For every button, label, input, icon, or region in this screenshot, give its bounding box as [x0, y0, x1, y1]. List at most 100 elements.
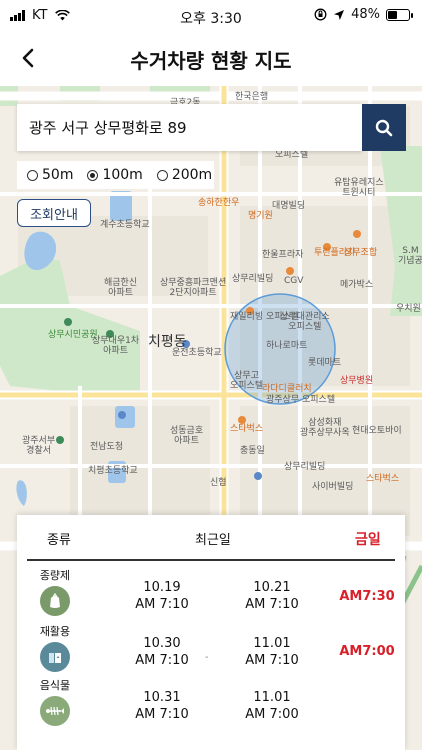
map-label: S.M 기념공	[398, 246, 422, 267]
map-label: 하나로마트	[266, 341, 308, 351]
map-label: 스타벅스	[230, 424, 264, 434]
map-label: 광주서부 경찰서	[22, 436, 56, 457]
map-label: 성동금호 아파트	[170, 426, 204, 447]
map-label: 치평초등학교	[88, 466, 138, 476]
map-label: 명기원	[248, 211, 273, 221]
recent-pickup-cell: 10.31 AM 7:10	[117, 689, 207, 723]
search-button[interactable]	[362, 104, 406, 151]
separator: -	[205, 652, 209, 663]
waste-type-label: 종량제	[39, 569, 71, 582]
map-label: 삼성화재 광주상무사옥	[300, 418, 350, 439]
map-label: 상무고 오피스텔	[230, 371, 264, 392]
waste-type-cell: 음식물	[31, 677, 79, 726]
table-row: 종량제 10.19 AM 7:10 10.21 AM 7:10 AM7:30	[17, 567, 405, 625]
map-label: 한울프라자	[262, 250, 304, 260]
address-text: 광주 서구 상무평화로 89	[29, 119, 187, 137]
radio-dot	[87, 169, 99, 181]
waste-type-cell: 재활용	[31, 623, 79, 672]
map-label: 상무시민공원	[48, 330, 98, 340]
map-label: 우치원	[396, 304, 421, 314]
table-row: 음식물 10.31 AM 7:10 11.01 AM 7:00	[17, 677, 405, 735]
table-row: 재활용 10.30 AM 7:10 - 11.01 AM 7:10 AM7:00	[17, 623, 405, 681]
recycle-bin-icon	[40, 642, 70, 672]
map-label: CGV	[284, 276, 304, 286]
map-label: 신협	[210, 478, 227, 488]
map-label: 상무조합	[344, 248, 378, 258]
map-label: 사이버빌딩	[312, 482, 354, 492]
radio-dot	[156, 169, 168, 181]
recent-time: AM 7:10	[245, 653, 299, 668]
map-label: 충동일	[240, 446, 265, 456]
recent-time: AM 7:10	[135, 653, 189, 668]
map-label: 라다디클러치	[262, 384, 312, 394]
header-bar: 수거차량 현황 지도	[0, 32, 422, 86]
status-bar: KT 오후 3:30 48%	[0, 0, 422, 32]
recent-date: 11.01	[253, 636, 291, 651]
collection-schedule-card: 종류 최근일 금일 종량제 10.19 AM 7:10 10.21 AM 7:1…	[17, 515, 405, 750]
map-label: 광주상무 오피스텔	[266, 395, 336, 405]
recent-date: 10.31	[143, 690, 181, 705]
recent-pickup-cell: 10.19 AM 7:10	[117, 579, 207, 613]
today-pickup-time: AM7:30	[339, 589, 395, 604]
radius-option-200m[interactable]: 200m	[156, 167, 213, 183]
recent-date: 10.30	[143, 636, 181, 651]
radius-option-50m[interactable]: 50m	[27, 167, 73, 183]
address-search-input[interactable]: 광주 서구 상무평화로 89	[17, 104, 362, 151]
map-label: 메가박스	[340, 280, 374, 290]
recent-time: AM 7:00	[245, 707, 299, 722]
recent-date: 10.19	[143, 580, 181, 595]
search-icon	[375, 119, 393, 136]
map-label: 해금한신 아파트	[104, 278, 138, 299]
trash-bag-icon	[40, 586, 70, 616]
map-label: 유탑유레지스 트윈시티	[334, 178, 384, 199]
status-right: 48%	[314, 7, 413, 22]
recent-pickup-cell: 11.01 AM 7:10	[227, 635, 317, 669]
map-label: 한국은행	[235, 92, 269, 102]
map-label: 롯데마트	[308, 358, 342, 368]
location-icon	[334, 9, 345, 20]
map-label: 계수초등학교	[100, 220, 150, 230]
map-label: 운전초등학교	[172, 348, 222, 358]
map-label: 스타벅스	[366, 474, 400, 484]
radius-option-label: 200m	[171, 167, 213, 183]
map-label: 송하한한우	[198, 198, 240, 208]
radius-option-label: 100m	[102, 167, 143, 183]
radio-dot	[27, 169, 38, 181]
recent-date: 11.01	[253, 690, 291, 705]
column-header-recent: 최근일	[195, 533, 231, 548]
recent-time: AM 7:10	[245, 597, 299, 612]
fish-bone-icon	[40, 696, 70, 726]
map-label: 상무리빌딩	[232, 274, 274, 284]
battery-percent: 48%	[351, 7, 380, 22]
recent-time: AM 7:10	[135, 707, 189, 722]
waste-type-label: 재활용	[39, 625, 71, 638]
map-label: 상무병원	[340, 376, 374, 386]
recent-date: 10.21	[253, 580, 291, 595]
header-divider	[27, 559, 395, 561]
map-label: 오피스텔	[275, 150, 309, 160]
radius-option-100m[interactable]: 100m	[87, 167, 143, 183]
map-label: 상무대관리소 오피스텔	[280, 312, 330, 333]
guide-button[interactable]: 조회안내	[17, 199, 91, 227]
map-label: 대명빌딩	[272, 201, 306, 211]
map-label: 전남도청	[90, 442, 124, 452]
table-header: 종류 최근일 금일	[17, 515, 405, 561]
recent-pickup-cell: 11.01 AM 7:00	[227, 689, 317, 723]
map-label: 현대오토바이	[352, 426, 402, 436]
waste-type-cell: 종량제	[31, 567, 79, 616]
rotation-lock-icon	[314, 8, 327, 21]
recent-pickup-cell: 10.30 AM 7:10	[117, 635, 207, 669]
recent-pickup-cell: 10.21 AM 7:10	[227, 579, 317, 613]
map-view[interactable]: 한국은행 금호2동 오피스텔 유탑유레지스 트윈시티 계수초등학교 송하한한우 …	[0, 86, 422, 750]
column-header-today: 금일	[355, 532, 381, 548]
waste-type-label: 음식물	[39, 679, 71, 692]
radius-selector: 50m 100m 200m	[17, 161, 214, 189]
battery-icon	[386, 8, 413, 21]
map-label: 상무중흥파크맨션 2단지아파트	[160, 278, 227, 299]
map-label: 상무리빌딩	[284, 462, 326, 472]
radius-option-label: 50m	[42, 167, 74, 183]
recent-time: AM 7:10	[135, 597, 189, 612]
map-label: 상무대우1차 아파트	[92, 336, 140, 357]
column-header-type: 종류	[47, 533, 71, 548]
page-title: 수거차량 현황 지도	[130, 49, 292, 73]
